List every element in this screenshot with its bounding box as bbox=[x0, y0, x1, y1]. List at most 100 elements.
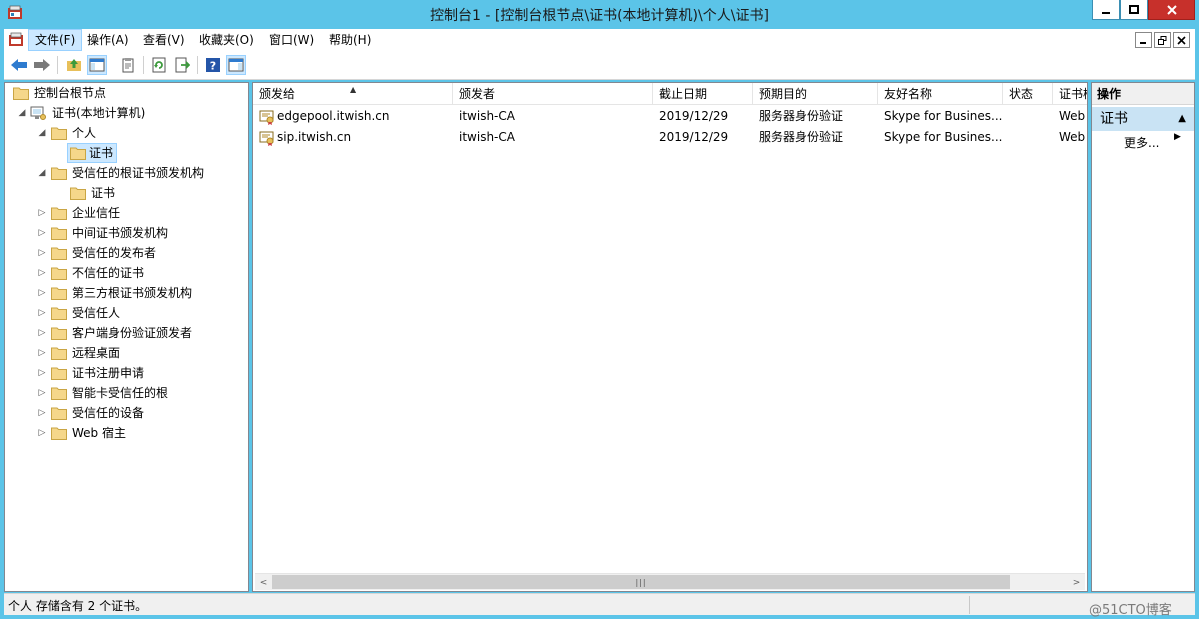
console-menu-icon[interactable] bbox=[8, 32, 24, 48]
menu-view[interactable]: 查看(V) bbox=[137, 29, 191, 51]
menu-help[interactable]: 帮助(H) bbox=[323, 29, 377, 51]
child-restore-button[interactable] bbox=[1154, 32, 1171, 48]
column-header-status[interactable]: 状态 bbox=[1003, 83, 1053, 105]
tree-node-label: 客户端身份验证颁发者 bbox=[72, 326, 193, 340]
show-hide-tree-icon bbox=[89, 58, 105, 72]
help-icon: ? bbox=[206, 58, 220, 73]
actions-pane-title: 操作 bbox=[1092, 83, 1194, 105]
restore-icon bbox=[1158, 35, 1167, 45]
expand-arrow-icon[interactable]: ▷ bbox=[37, 403, 47, 423]
expand-arrow-icon[interactable]: ▷ bbox=[37, 323, 47, 343]
expand-arrow-icon[interactable]: ▷ bbox=[37, 363, 47, 383]
menu-file[interactable]: 文件(F) bbox=[28, 29, 83, 51]
folder-icon bbox=[70, 147, 86, 160]
folder-icon bbox=[51, 167, 67, 180]
child-close-button[interactable] bbox=[1173, 32, 1190, 48]
actions-section-label: 证书 bbox=[1100, 111, 1128, 127]
tree-node-label: 智能卡受信任的根 bbox=[72, 386, 169, 400]
menu-favorites[interactable]: 收藏夹(O) bbox=[193, 29, 260, 51]
folder-icon bbox=[51, 247, 67, 260]
tree-node-label: 受信任的发布者 bbox=[72, 246, 157, 260]
submenu-arrow-icon: ▶ bbox=[1174, 132, 1181, 142]
tree-node-label: 个人 bbox=[72, 126, 97, 140]
cell-friendly-name: Skype for Busines... bbox=[884, 109, 1003, 123]
forward-icon bbox=[34, 59, 50, 71]
minimize-icon bbox=[1140, 41, 1146, 44]
menu-action[interactable]: 操作(A) bbox=[81, 29, 135, 51]
expand-arrow-icon[interactable]: ▷ bbox=[37, 383, 47, 403]
collapse-arrow-icon[interactable]: ◢ bbox=[17, 103, 27, 123]
tree-node-label: 控制台根节点 bbox=[34, 86, 107, 100]
horizontal-scrollbar[interactable]: < ||| > bbox=[255, 573, 1085, 590]
column-header-friendly-name[interactable]: 友好名称 bbox=[878, 83, 1003, 105]
export-list-button[interactable] bbox=[172, 55, 192, 75]
expand-arrow-icon[interactable]: ▷ bbox=[37, 283, 47, 303]
tree-node-label: 远程桌面 bbox=[72, 346, 121, 360]
minimize-icon bbox=[1102, 11, 1110, 14]
help-button[interactable]: ? bbox=[203, 55, 223, 75]
column-header-intended-purposes[interactable]: 预期目的 bbox=[753, 83, 878, 105]
show-hide-tree-button[interactable] bbox=[87, 55, 107, 75]
refresh-button[interactable] bbox=[149, 55, 169, 75]
tree-node-label: 受信任的根证书颁发机构 bbox=[72, 166, 205, 180]
actions-section-header[interactable]: 证书 ▲ bbox=[1092, 107, 1194, 131]
expand-arrow-icon[interactable]: ▷ bbox=[37, 263, 47, 283]
column-header-issued-by[interactable]: 颁发者 bbox=[453, 83, 653, 105]
collapse-arrow-icon[interactable]: ◢ bbox=[37, 163, 47, 183]
back-icon bbox=[11, 59, 27, 71]
expand-arrow-icon[interactable]: ▷ bbox=[37, 203, 47, 223]
table-row[interactable]: sip.itwish.cn itwish-CA 2019/12/29 服务器身份… bbox=[253, 127, 1087, 148]
tree-node-label: 证书(本地计算机) bbox=[52, 106, 146, 120]
back-button[interactable] bbox=[9, 55, 29, 75]
toolbar-separator bbox=[57, 56, 58, 74]
scroll-left-arrow-icon[interactable]: < bbox=[256, 575, 271, 590]
expand-arrow-icon[interactable]: ▷ bbox=[37, 423, 47, 443]
status-bar: 个人 存储含有 2 个证书。 bbox=[4, 593, 1195, 615]
watermark: @51CTO博客 bbox=[1089, 603, 1172, 618]
up-one-level-button[interactable] bbox=[64, 55, 84, 75]
action-more-link[interactable]: 更多... bbox=[1124, 133, 1159, 153]
folder-icon bbox=[51, 267, 67, 280]
expand-arrow-icon[interactable]: ▷ bbox=[37, 343, 47, 363]
expand-arrow-icon[interactable]: ▷ bbox=[37, 243, 47, 263]
folder-icon bbox=[51, 387, 67, 400]
folder-icon bbox=[51, 427, 67, 440]
maximize-button[interactable] bbox=[1120, 0, 1148, 20]
scroll-right-arrow-icon[interactable]: > bbox=[1069, 575, 1084, 590]
title-bar[interactable]: 控制台1 - [控制台根节点\证书(本地计算机)\个人\证书] bbox=[0, 0, 1199, 28]
list-header: 颁发给 ▲ 颁发者 截止日期 预期目的 友好名称 状态 证书模板 bbox=[253, 83, 1087, 105]
cell-expiration-date: 2019/12/29 bbox=[659, 109, 729, 123]
tree-node-label: 企业信任 bbox=[72, 206, 121, 220]
show-hide-action-pane-button[interactable] bbox=[226, 55, 246, 75]
cell-status bbox=[1003, 106, 1053, 127]
cell-friendly-name: Skype for Busines... bbox=[884, 130, 1003, 144]
column-header-expiration-date[interactable]: 截止日期 bbox=[653, 83, 753, 105]
tree-node-label: Web 宿主 bbox=[72, 426, 126, 440]
table-row[interactable]: edgepool.itwish.cn itwish-CA 2019/12/29 … bbox=[253, 106, 1087, 127]
console-tree[interactable]: 控制台根节点 ◢ 证书(本地计算机) ◢ 个人 证书 ◢ 受信任的根证书颁发机构… bbox=[4, 82, 249, 592]
expand-arrow-icon[interactable]: ▷ bbox=[37, 223, 47, 243]
certificate-list[interactable]: 颁发给 ▲ 颁发者 截止日期 预期目的 友好名称 状态 证书模板 edgepoo… bbox=[252, 82, 1088, 592]
cell-issued-to: sip.itwish.cn bbox=[277, 130, 352, 144]
cell-expiration-date: 2019/12/29 bbox=[659, 130, 729, 144]
folder-icon bbox=[51, 307, 67, 320]
properties-button[interactable] bbox=[118, 55, 138, 75]
forward-button[interactable] bbox=[32, 55, 52, 75]
up-folder-icon bbox=[67, 59, 81, 71]
tree-node-label: 不信任的证书 bbox=[72, 266, 145, 280]
expand-arrow-icon[interactable]: ▷ bbox=[37, 303, 47, 323]
close-button[interactable] bbox=[1148, 0, 1195, 20]
folder-icon bbox=[51, 287, 67, 300]
collapse-up-arrow-icon[interactable]: ▲ bbox=[1178, 107, 1186, 131]
close-icon bbox=[1166, 4, 1177, 15]
child-minimize-button[interactable] bbox=[1135, 32, 1152, 48]
scrollbar-thumb[interactable]: ||| bbox=[272, 575, 1010, 589]
folder-icon bbox=[51, 347, 67, 360]
column-header-certificate-template[interactable]: 证书模板 bbox=[1053, 83, 1087, 105]
menu-window[interactable]: 窗口(W) bbox=[263, 29, 320, 51]
folder-icon bbox=[51, 207, 67, 220]
minimize-button[interactable] bbox=[1092, 0, 1120, 20]
folder-icon bbox=[51, 127, 67, 140]
cell-certificate-template: Web bbox=[1059, 130, 1086, 144]
collapse-arrow-icon[interactable]: ◢ bbox=[37, 123, 47, 143]
